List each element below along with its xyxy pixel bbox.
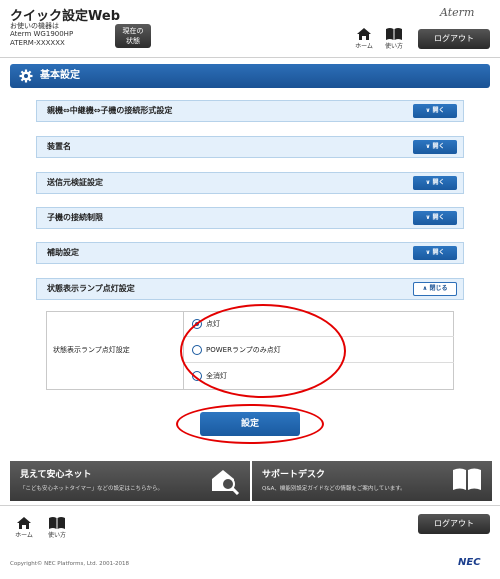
- open-button-label: 開く: [432, 214, 445, 221]
- footer-home-link[interactable]: ホーム: [10, 516, 38, 539]
- current-status-button[interactable]: 現在の 状態: [115, 24, 151, 48]
- manual-label: 使い方: [384, 43, 403, 50]
- accordion-label: 装置名: [47, 142, 71, 151]
- home-label: ホーム: [15, 532, 33, 539]
- header: クイック設定Web お使いの機器は Aterm WG1900HP ATERM-X…: [0, 0, 500, 58]
- nec-logo: NEC: [458, 557, 481, 568]
- accordion-label: 状態表示ランプ点灯設定: [47, 284, 135, 293]
- close-button[interactable]: ∧ 閉じる: [413, 282, 457, 296]
- accordion-auxiliary[interactable]: 補助設定 ∨ 開く: [36, 242, 464, 264]
- house-search-icon: [212, 470, 240, 495]
- footer-logout-button[interactable]: ログアウト: [418, 514, 490, 534]
- open-button-label: 開く: [432, 249, 445, 256]
- accordion-label: 子機の接続制限: [47, 213, 103, 222]
- open-button[interactable]: ∨ 開く: [413, 104, 457, 118]
- submit-button[interactable]: 設定: [200, 412, 300, 436]
- status-button-line1: 現在の: [122, 27, 144, 35]
- lamp-options: 点灯 POWERランプのみ点灯 全消灯: [183, 312, 454, 389]
- open-button[interactable]: ∨ 開く: [413, 211, 457, 225]
- open-button[interactable]: ∨ 開く: [413, 176, 457, 190]
- footer-manual-link[interactable]: 使い方: [43, 516, 71, 539]
- option-power-only[interactable]: POWERランプのみ点灯: [184, 338, 454, 363]
- footer-divider: [0, 505, 500, 506]
- accordion-client-limit[interactable]: 子機の接続制限 ∨ 開く: [36, 207, 464, 229]
- gear-icon: [19, 69, 33, 83]
- option-label: POWERランプのみ点灯: [206, 346, 281, 354]
- banner-subtitle: 「こども安心ネットタイマー」などの設定はこちらから。: [20, 486, 164, 492]
- open-button-label: 開く: [432, 143, 445, 150]
- device-model: Aterm WG1900HP: [10, 30, 74, 38]
- status-button-line2: 状態: [126, 37, 140, 45]
- home-icon: [357, 28, 371, 40]
- book-icon: [453, 468, 481, 490]
- home-link[interactable]: ホーム: [350, 27, 378, 50]
- accordion-label: 送信元検証設定: [47, 178, 103, 187]
- accordion-source-verification[interactable]: 送信元検証設定 ∨ 開く: [36, 172, 464, 194]
- manual-link[interactable]: 使い方: [380, 27, 408, 50]
- option-label: 全消灯: [206, 372, 227, 380]
- book-icon: [386, 28, 402, 40]
- copyright: Copyright© NEC Platforms, Ltd. 2001-2018: [10, 561, 130, 567]
- open-button-label: 開く: [432, 107, 445, 114]
- open-button[interactable]: ∨ 開く: [413, 246, 457, 260]
- banner-subtitle: Q&A、機能別設定ガイドなどの情報をご案内しています。: [262, 486, 406, 492]
- banner-title: サポートデスク: [262, 470, 326, 480]
- home-label: ホーム: [355, 43, 373, 50]
- banner-title: 見えて安心ネット: [20, 470, 92, 480]
- accordion-connection-mode[interactable]: 親機⇔中継機⇔子機の接続形式設定 ∨ 開く: [36, 100, 464, 122]
- device-name: ATERM-XXXXXX: [10, 39, 65, 47]
- manual-label: 使い方: [47, 532, 66, 539]
- lamp-setting-label: 状態表示ランプ点灯設定: [53, 346, 130, 354]
- radio-unselected[interactable]: [192, 345, 202, 355]
- open-button[interactable]: ∨ 開く: [413, 140, 457, 154]
- accordion-label: 親機⇔中継機⇔子機の接続形式設定: [47, 106, 173, 115]
- logout-button[interactable]: ログアウト: [418, 29, 490, 49]
- section-title: 基本設定: [40, 70, 80, 81]
- open-button-label: 開く: [432, 179, 445, 186]
- section-bar: 基本設定: [10, 64, 490, 88]
- accordion-label: 補助設定: [47, 248, 79, 257]
- brand-logo: Aterm: [440, 6, 475, 19]
- option-label: 点灯: [206, 320, 220, 328]
- banner-support-desk[interactable]: サポートデスク Q&A、機能別設定ガイドなどの情報をご案内しています。: [252, 461, 492, 501]
- close-button-label: 閉じる: [429, 285, 448, 292]
- banner-safe-net[interactable]: 見えて安心ネット 「こども安心ネットタイマー」などの設定はこちらから。: [10, 461, 250, 501]
- accordion-device-name[interactable]: 装置名 ∨ 開く: [36, 136, 464, 158]
- radio-selected[interactable]: [192, 319, 202, 329]
- option-on[interactable]: 点灯: [184, 312, 454, 337]
- accordion-status-lamp[interactable]: 状態表示ランプ点灯設定 ∧ 閉じる: [36, 278, 464, 300]
- book-icon: [49, 517, 65, 529]
- radio-unselected[interactable]: [192, 371, 202, 381]
- option-all-off[interactable]: 全消灯: [184, 364, 454, 389]
- lamp-setting-table: 状態表示ランプ点灯設定 点灯 POWERランプのみ点灯 全消灯: [46, 311, 454, 390]
- home-icon: [17, 517, 31, 529]
